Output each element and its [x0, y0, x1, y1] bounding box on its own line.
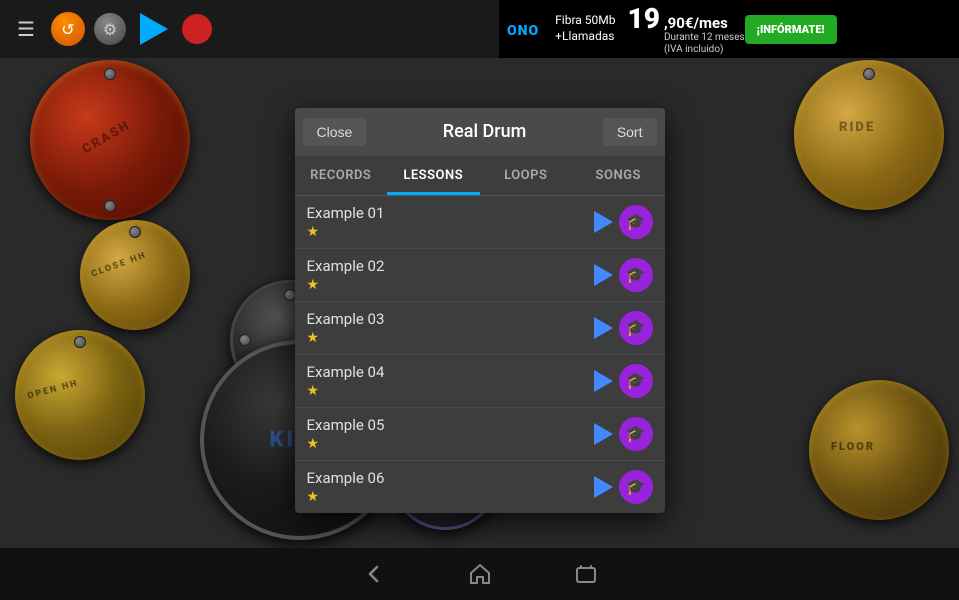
list-item[interactable]: Example 03 ★ 🎓	[295, 302, 665, 355]
item-info: Example 02 ★	[307, 257, 594, 293]
tab-loops[interactable]: LOOPS	[480, 156, 573, 195]
modal-header: Close Real Drum Sort	[295, 108, 665, 156]
item-star: ★	[307, 277, 594, 293]
item-actions: 🎓	[594, 364, 653, 398]
item-actions: 🎓	[594, 417, 653, 451]
modal-title: Real Drum	[366, 121, 603, 142]
tab-songs[interactable]: SONGS	[572, 156, 665, 195]
item-actions: 🎓	[594, 205, 653, 239]
item-info: Example 01 ★	[307, 204, 594, 240]
lesson-button[interactable]: 🎓	[619, 364, 653, 398]
item-star: ★	[307, 489, 594, 505]
item-star: ★	[307, 436, 594, 452]
modal-tabs: RECORDS LESSONS LOOPS SONGS	[295, 156, 665, 196]
item-info: Example 06 ★	[307, 469, 594, 505]
play-arrow-icon[interactable]	[594, 211, 613, 233]
play-arrow-icon[interactable]	[594, 264, 613, 286]
modal-close-button[interactable]: Close	[303, 118, 367, 146]
item-actions: 🎓	[594, 470, 653, 504]
item-info: Example 03 ★	[307, 310, 594, 346]
tab-records[interactable]: RECORDS	[295, 156, 388, 195]
modal-dialog: Close Real Drum Sort RECORDS LESSONS LOO…	[295, 108, 665, 513]
item-name: Example 04	[307, 363, 594, 381]
play-arrow-icon[interactable]	[594, 317, 613, 339]
list-item[interactable]: Example 02 ★ 🎓	[295, 249, 665, 302]
lesson-button[interactable]: 🎓	[619, 470, 653, 504]
lesson-list: Example 01 ★ 🎓 Example 02 ★ 🎓	[295, 196, 665, 513]
item-star: ★	[307, 224, 594, 240]
lesson-button[interactable]: 🎓	[619, 258, 653, 292]
tab-lessons[interactable]: LESSONS	[387, 156, 480, 195]
lesson-button[interactable]: 🎓	[619, 205, 653, 239]
item-actions: 🎓	[594, 258, 653, 292]
item-star: ★	[307, 383, 594, 399]
play-arrow-icon[interactable]	[594, 476, 613, 498]
item-info: Example 05 ★	[307, 416, 594, 452]
item-star: ★	[307, 330, 594, 346]
play-arrow-icon[interactable]	[594, 370, 613, 392]
item-name: Example 03	[307, 310, 594, 328]
lesson-button[interactable]: 🎓	[619, 417, 653, 451]
play-arrow-icon[interactable]	[594, 423, 613, 445]
item-name: Example 05	[307, 416, 594, 434]
modal-overlay: Close Real Drum Sort RECORDS LESSONS LOO…	[0, 0, 959, 600]
list-item[interactable]: Example 04 ★ 🎓	[295, 355, 665, 408]
item-name: Example 02	[307, 257, 594, 275]
modal-sort-button[interactable]: Sort	[603, 118, 657, 146]
list-item[interactable]: Example 05 ★ 🎓	[295, 408, 665, 461]
list-item[interactable]: Example 01 ★ 🎓	[295, 196, 665, 249]
lesson-button[interactable]: 🎓	[619, 311, 653, 345]
item-name: Example 06	[307, 469, 594, 487]
item-actions: 🎓	[594, 311, 653, 345]
list-item[interactable]: Example 06 ★ 🎓	[295, 461, 665, 513]
item-info: Example 04 ★	[307, 363, 594, 399]
item-name: Example 01	[307, 204, 594, 222]
